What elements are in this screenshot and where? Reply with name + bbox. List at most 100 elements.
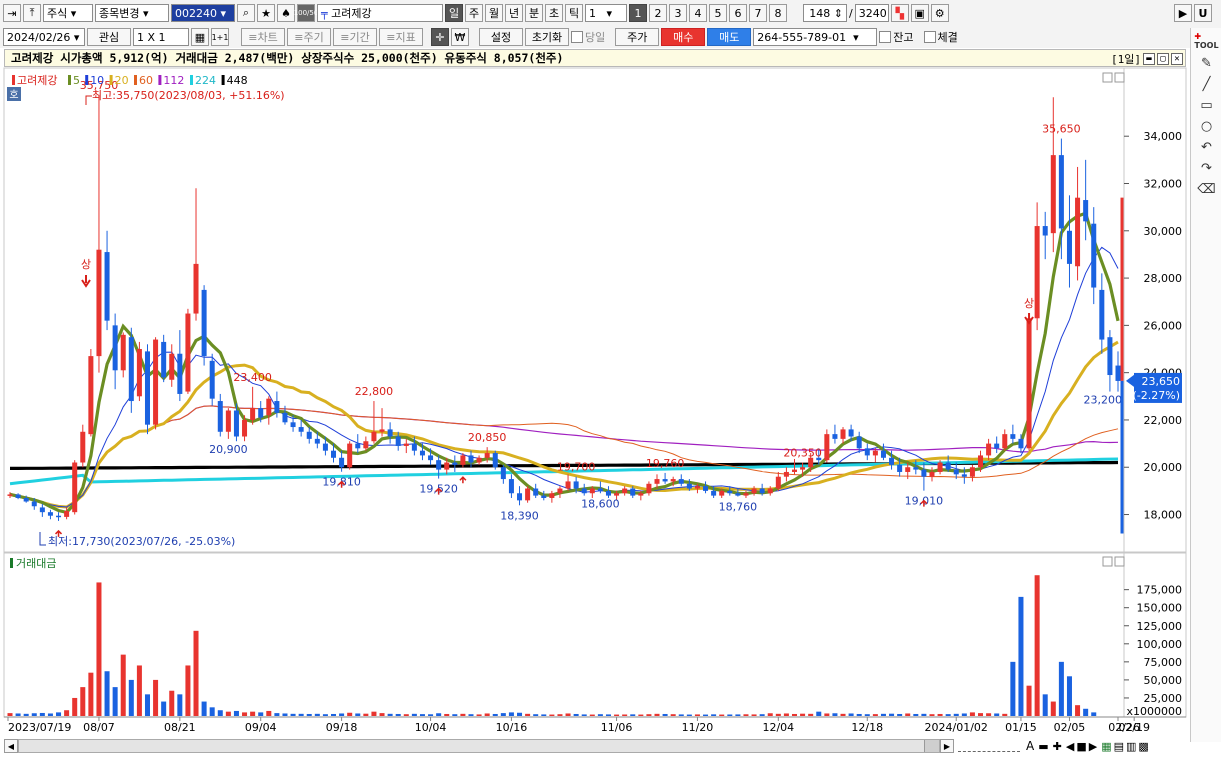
close-icon[interactable]: ✕ — [1171, 53, 1183, 65]
page-1-button[interactable]: 1 — [629, 4, 647, 22]
eraser-icon[interactable]: ⌫ — [1197, 182, 1215, 197]
maximize-icon[interactable]: ▢ — [1157, 53, 1169, 65]
candle-body — [1115, 365, 1121, 381]
volume-bar — [783, 713, 789, 716]
period-day-button[interactable]: 일 — [445, 4, 463, 22]
candle-body — [961, 474, 967, 477]
won-button[interactable]: ₩ — [451, 28, 469, 46]
settings-button[interactable]: 설정 — [479, 28, 523, 46]
star-icon[interactable]: ★ — [257, 4, 275, 22]
balance-checkbox[interactable]: 잔고 — [879, 29, 914, 45]
candle-body — [468, 455, 474, 463]
copy-icon[interactable]: ▥ — [1126, 740, 1136, 753]
price-button[interactable]: 주가 — [615, 28, 660, 46]
volume-bar — [638, 714, 644, 716]
period-low-marker — [39, 532, 46, 546]
buy-button[interactable]: 매수 — [661, 28, 706, 46]
volume-y-tick-label: 125,000 — [1137, 620, 1183, 633]
count-input[interactable]: 148 ⇕ — [803, 4, 847, 22]
rectangle-icon[interactable]: ▭ — [1200, 98, 1212, 113]
calendar-icon[interactable]: ▦ — [191, 28, 209, 46]
indicator-button[interactable]: ≡지표 — [379, 28, 423, 46]
candle-body — [686, 483, 692, 489]
period-tick-button[interactable]: 틱 — [565, 4, 583, 22]
minimize-icon[interactable]: ▬ — [1143, 53, 1155, 65]
reset-button[interactable]: 초기화 — [525, 28, 569, 46]
tool-menu-icon[interactable]: ✚ TOOL — [1194, 32, 1218, 50]
today-checkbox[interactable]: 당일 — [571, 29, 605, 45]
previous-window-icon[interactable]: ▶ — [1174, 4, 1192, 22]
volume-bar — [298, 713, 304, 716]
zoom-in-icon[interactable]: ✚ — [1053, 740, 1062, 753]
redo-icon[interactable]: ↷ — [1201, 161, 1212, 176]
range-button[interactable]: ≡기간 — [333, 28, 377, 46]
account-select[interactable]: 264-555-789-01 ▾ — [753, 28, 878, 46]
print-icon[interactable]: ▤ — [1114, 740, 1124, 753]
scroll-right-icon[interactable]: ▶ — [940, 739, 954, 753]
user-button[interactable]: U — [1194, 4, 1212, 22]
candle-body — [913, 467, 919, 470]
period-value-select[interactable]: 1 ▾ — [585, 4, 627, 22]
chart-type-icon[interactable]: ▚ — [890, 4, 909, 22]
pin-icon[interactable]: ⇥ — [3, 4, 21, 22]
date-field[interactable]: 2024/02/26 ▾ — [3, 28, 85, 46]
candle-body — [994, 443, 1000, 449]
line-icon[interactable]: ╱ — [1203, 77, 1211, 92]
stop-icon[interactable]: ■ — [1076, 740, 1086, 753]
ratio-icon[interactable]: 100/50 — [294, 4, 318, 22]
candle-body — [856, 436, 862, 449]
spade-icon[interactable]: ♠ — [277, 4, 295, 22]
executed-checkbox[interactable]: 체결 — [923, 29, 958, 45]
layout-field[interactable]: 1 X 1 — [133, 28, 189, 46]
layout-small-button[interactable]: 1+1 — [211, 28, 229, 46]
page-8-button[interactable]: 8 — [769, 4, 787, 22]
page-4-button[interactable]: 4 — [689, 4, 707, 22]
page-3-button[interactable]: 3 — [669, 4, 687, 22]
stock-name-field[interactable]: ╤ 고려제강 — [317, 4, 443, 22]
page-5-button[interactable]: 5 — [709, 4, 727, 22]
volume-bar — [605, 714, 611, 716]
search-icon[interactable]: ⌕ — [237, 4, 255, 22]
gear-icon[interactable]: ⚙ — [930, 4, 949, 22]
upload-icon[interactable]: ⤒ — [23, 4, 41, 22]
zoom-out-icon[interactable]: ▬ — [1038, 740, 1048, 753]
scroll-end-icon[interactable]: ▶ — [1089, 740, 1097, 753]
price-chart[interactable]: 18,000 20,000 22,000 24,000 26,000 28,000 30,0… — [0, 0, 1221, 758]
sell-button[interactable]: 매도 — [707, 28, 752, 46]
volume-bar — [476, 714, 482, 716]
candle-body — [371, 431, 377, 442]
cycle-button[interactable]: ≡주기 — [287, 28, 331, 46]
current-price-change: (-2.27%) — [1133, 389, 1181, 402]
low-value-label: 18,390 — [500, 509, 539, 522]
grid-icon[interactable]: ▩ — [1138, 740, 1148, 753]
candle-body — [379, 429, 385, 432]
period-second-button[interactable]: 초 — [545, 4, 563, 22]
excel-icon[interactable]: ▦ — [1101, 740, 1111, 753]
undo-icon[interactable]: ↶ — [1201, 140, 1212, 155]
scroll-left-icon[interactable]: ◀ — [4, 739, 18, 753]
zoom-slider[interactable] — [958, 741, 1020, 752]
chart-button[interactable]: ≡차트 — [241, 28, 285, 46]
period-month-button[interactable]: 월 — [485, 4, 503, 22]
crosshair-icon[interactable]: ✛ — [431, 28, 449, 46]
stock-code-input[interactable]: 002240 ▾ — [171, 4, 235, 22]
watch-button[interactable]: 관심 — [87, 28, 131, 46]
scrollbar-thumb[interactable] — [924, 740, 939, 752]
period-week-button[interactable]: 주 — [465, 4, 483, 22]
code-mode-select[interactable]: 종목변경 ▾ — [95, 4, 169, 22]
circle-icon[interactable]: ○ — [1201, 119, 1212, 134]
page-7-button[interactable]: 7 — [749, 4, 767, 22]
stock-name-icon: ╤ — [321, 6, 328, 20]
volume-bar — [719, 714, 725, 716]
period-year-button[interactable]: 년 — [505, 4, 523, 22]
horizontal-scrollbar[interactable] — [18, 739, 940, 753]
scroll-start-icon[interactable]: ◀ — [1066, 740, 1074, 753]
page-6-button[interactable]: 6 — [729, 4, 747, 22]
font-button[interactable]: A — [1026, 739, 1034, 753]
candle-body — [573, 481, 579, 489]
save-icon[interactable]: ▣ — [910, 4, 929, 22]
pen-icon[interactable]: ✎ — [1201, 56, 1212, 71]
page-2-button[interactable]: 2 — [649, 4, 667, 22]
period-minute-button[interactable]: 분 — [525, 4, 543, 22]
market-select[interactable]: 주식 ▾ — [43, 4, 93, 22]
